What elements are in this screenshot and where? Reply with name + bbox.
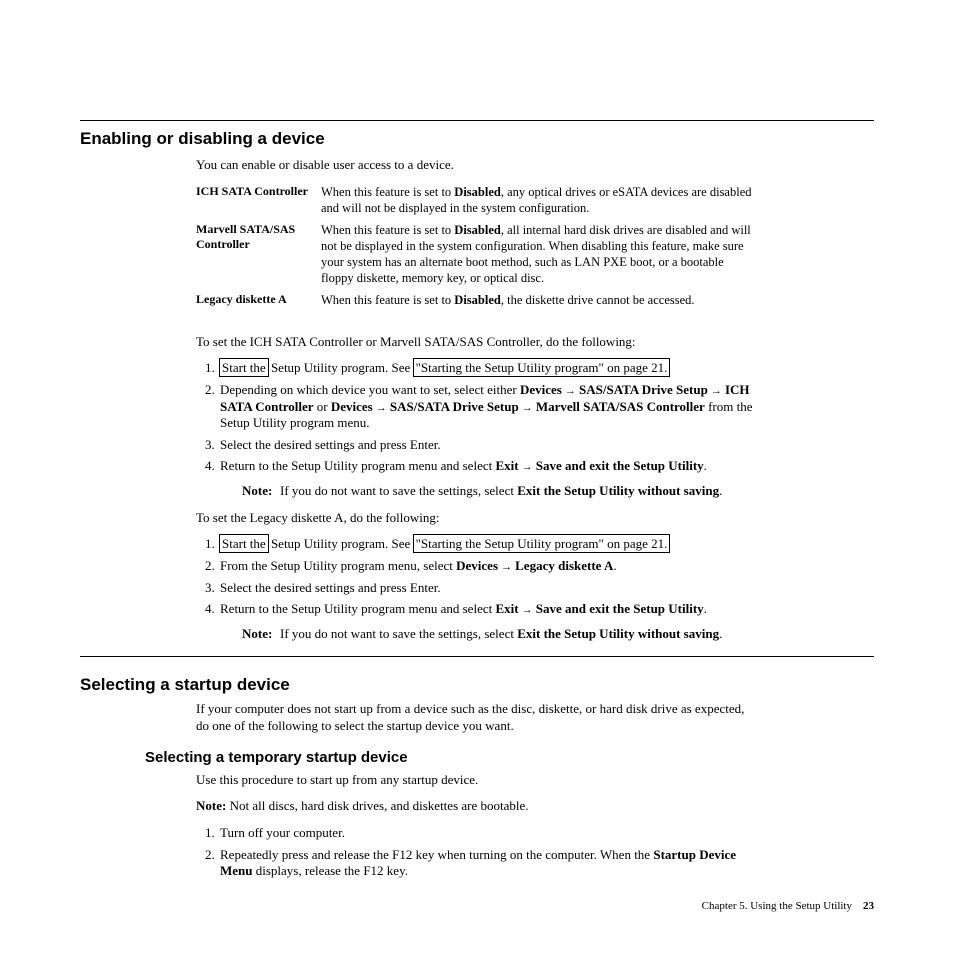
def-term: Legacy diskette A [196, 292, 321, 314]
menu-item: Marvell SATA/SAS Controller [536, 399, 705, 414]
step-item: Start the Setup Utility program. See "St… [218, 360, 756, 377]
menu-item: Save and exit the Setup Utility [536, 458, 704, 473]
step-text: or [314, 399, 331, 414]
def-text: When this feature is set to [321, 185, 454, 199]
step-item: Return to the Setup Utility program menu… [218, 458, 756, 499]
def-text: When this feature is set to [321, 223, 454, 237]
link-starting-setup-utility[interactable]: "Starting the Setup Utility program" on … [414, 359, 670, 376]
arrow-icon: → [562, 385, 579, 397]
bold-disabled: Disabled [454, 293, 501, 307]
note-label: Note: [242, 483, 280, 500]
note-body: If you do not want to save the settings,… [280, 626, 517, 641]
procedure-steps-list: Start the Setup Utility program. See "St… [196, 536, 756, 642]
menu-item: Exit the Setup Utility without saving [517, 626, 719, 641]
step-text: . [704, 458, 707, 473]
def-term: Marvell SATA/SAS Controller [196, 222, 321, 292]
heading-selecting-startup: Selecting a startup device [80, 675, 874, 695]
page-footer: Chapter 5. Using the Setup Utility 23 [702, 900, 874, 912]
step-text: . [704, 601, 707, 616]
footer-page-number: 23 [863, 900, 874, 912]
step-item: Repeatedly press and release the F12 key… [218, 847, 756, 880]
step-item: Return to the Setup Utility program menu… [218, 601, 756, 642]
note-label: Note: [242, 626, 280, 643]
link-start-the[interactable]: Start the [220, 359, 268, 376]
def-desc: When this feature is set to Disabled, al… [321, 222, 756, 286]
step-item: Start the Setup Utility program. See "St… [218, 536, 756, 553]
arrow-icon: → [373, 402, 390, 414]
step-text: From the Setup Utility program menu, sel… [220, 558, 456, 573]
procedure-steps-list: Start the Setup Utility program. See "St… [196, 360, 756, 499]
procedure-lead: To set the Legacy diskette A, do the fol… [196, 510, 756, 527]
step-text: Setup Utility program. See [268, 536, 414, 551]
step-text: displays, release the F12 key. [253, 863, 408, 878]
arrow-icon: → [519, 604, 536, 616]
step-item: Select the desired settings and press En… [218, 580, 756, 597]
menu-item: Save and exit the Setup Utility [536, 601, 704, 616]
note-line: Note: Not all discs, hard disk drives, a… [196, 798, 756, 815]
arrow-icon: → [519, 402, 536, 414]
step-text: Depending on which device you want to se… [220, 382, 520, 397]
note-block: Note: If you do not want to save the set… [242, 626, 756, 643]
arrow-icon: → [498, 561, 515, 573]
body-column: You can enable or disable user access to… [196, 157, 756, 642]
menu-item: Exit [495, 458, 518, 473]
heading-selecting-temporary: Selecting a temporary startup device [145, 749, 874, 766]
section-rule [80, 656, 874, 657]
intro-text: You can enable or disable user access to… [196, 157, 756, 174]
note-body: . [719, 483, 722, 498]
bold-disabled: Disabled [454, 185, 501, 199]
menu-item: Devices [331, 399, 373, 414]
heading-enabling-disabling: Enabling or disabling a device [80, 129, 874, 149]
device-definitions-table: ICH SATA Controller When this feature is… [196, 184, 756, 314]
note-body: If you do not want to save the settings,… [280, 483, 517, 498]
body-column: Use this procedure to start up from any … [196, 772, 756, 880]
menu-item: Exit the Setup Utility without saving [517, 483, 719, 498]
note-label: Note: [196, 798, 226, 813]
menu-item: Legacy diskette A [515, 558, 613, 573]
link-start-the[interactable]: Start the [220, 535, 268, 552]
step-text: . [613, 558, 616, 573]
bold-disabled: Disabled [454, 223, 501, 237]
section-rule [80, 120, 874, 121]
step-item: Depending on which device you want to se… [218, 382, 756, 432]
note-body: . [719, 626, 722, 641]
def-term: ICH SATA Controller [196, 184, 321, 222]
menu-item: SAS/SATA Drive Setup [579, 382, 708, 397]
step-text: Return to the Setup Utility program menu… [220, 458, 495, 473]
menu-item: Exit [495, 601, 518, 616]
step-text: Return to the Setup Utility program menu… [220, 601, 495, 616]
note-block: Note: If you do not want to save the set… [242, 483, 756, 500]
procedure-steps-list: Turn off your computer. Repeatedly press… [196, 825, 756, 880]
def-text: , the diskette drive cannot be accessed. [501, 293, 695, 307]
menu-item: Devices [456, 558, 498, 573]
def-text: When this feature is set to [321, 293, 454, 307]
step-text: Repeatedly press and release the F12 key… [220, 847, 653, 862]
arrow-icon: → [519, 461, 536, 473]
footer-chapter: Chapter 5. Using the Setup Utility [702, 900, 852, 912]
arrow-icon: → [708, 385, 725, 397]
menu-item: Devices [520, 382, 562, 397]
intro-text: If your computer does not start up from … [196, 701, 756, 734]
def-desc: When this feature is set to Disabled, th… [321, 292, 756, 308]
step-item: Turn off your computer. [218, 825, 756, 842]
document-page: Enabling or disabling a device You can e… [0, 0, 954, 954]
link-starting-setup-utility[interactable]: "Starting the Setup Utility program" on … [414, 535, 670, 552]
note-text: If you do not want to save the settings,… [280, 483, 756, 500]
procedure-lead: To set the ICH SATA Controller or Marvel… [196, 334, 756, 351]
def-desc: When this feature is set to Disabled, an… [321, 184, 756, 216]
intro-text: Use this procedure to start up from any … [196, 772, 756, 789]
note-text: If you do not want to save the settings,… [280, 626, 756, 643]
body-column: If your computer does not start up from … [196, 701, 756, 734]
step-item: From the Setup Utility program menu, sel… [218, 558, 756, 575]
menu-item: SAS/SATA Drive Setup [390, 399, 519, 414]
note-text: Not all discs, hard disk drives, and dis… [226, 798, 528, 813]
step-item: Select the desired settings and press En… [218, 437, 756, 454]
step-text: Setup Utility program. See [268, 360, 414, 375]
